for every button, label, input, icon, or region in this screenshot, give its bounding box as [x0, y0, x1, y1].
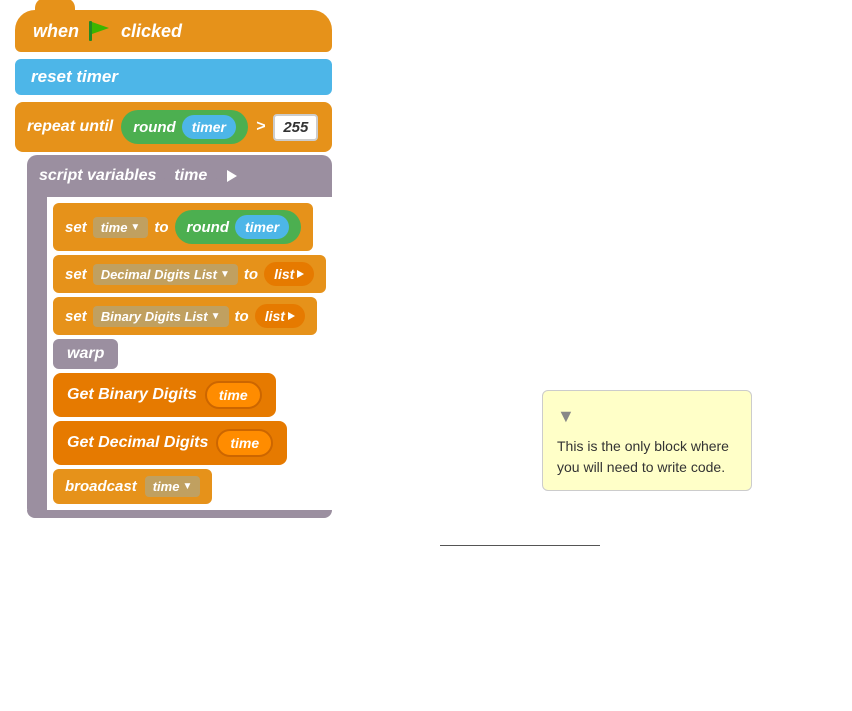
get-decimal-row: Get Decimal Digits time — [47, 421, 332, 465]
tooltip-box: This is the only block where you will ne… — [542, 390, 752, 491]
script-variables-header[interactable]: script variables time — [27, 155, 332, 197]
round-timer-pill: round timer — [121, 110, 248, 144]
warp-row: warp — [47, 339, 332, 369]
script-variables-label: script variables — [39, 167, 156, 185]
value-box[interactable]: 255 — [273, 114, 318, 141]
time-pill-1: time — [205, 381, 262, 409]
to-label-1: to — [154, 219, 168, 236]
tooltip-text: This is the only block where you will ne… — [557, 438, 729, 475]
scratch-area: when clicked reset timer repeat until ro… — [0, 0, 852, 711]
list-pill-1: list — [264, 262, 314, 286]
repeat-until-label: repeat until — [27, 118, 113, 136]
set-label-2: set — [65, 266, 87, 283]
when-label: when — [33, 21, 79, 42]
list-arrow-2 — [288, 312, 295, 320]
set-decimal-row: set Decimal Digits List ▼ to list — [47, 255, 332, 293]
round-label: round — [133, 119, 176, 136]
arrow-icon — [227, 170, 237, 182]
clicked-label: clicked — [121, 21, 182, 42]
set-time-row: set time ▼ to round timer — [47, 203, 332, 251]
dropdown-arrow-4: ▼ — [182, 481, 192, 492]
timer-inner-2: timer — [235, 215, 289, 239]
c-block-body: set time ▼ to round timer — [47, 197, 332, 510]
broadcast-dropdown[interactable]: time ▼ — [145, 476, 201, 497]
operator-label: > — [256, 118, 265, 136]
repeat-until-block[interactable]: repeat until round timer > 255 — [15, 102, 332, 152]
outer-c-block: script variables time set time ▼ — [27, 155, 332, 518]
round-label-2: round — [187, 219, 230, 236]
get-decimal-block[interactable]: Get Decimal Digits time — [53, 421, 287, 465]
to-label-3: to — [235, 308, 249, 325]
broadcast-label: broadcast — [65, 478, 137, 495]
timer-label: timer — [192, 119, 226, 135]
broadcast-row: broadcast time ▼ — [47, 469, 332, 504]
time-dropdown[interactable]: time ▼ — [93, 217, 149, 238]
c-block-footer — [27, 510, 332, 518]
round-timer-pill-2: round timer — [175, 210, 302, 244]
decimal-dropdown[interactable]: Decimal Digits List ▼ — [93, 264, 238, 285]
timer-inner-pill: timer — [182, 115, 236, 139]
set-binary-row: set Binary Digits List ▼ to list — [47, 297, 332, 335]
time-pill-2: time — [216, 429, 273, 457]
connector-line — [440, 545, 600, 546]
green-flag-icon — [87, 20, 113, 42]
time-var-pill: time — [164, 163, 217, 189]
get-binary-block[interactable]: Get Binary Digits time — [53, 373, 276, 417]
set-decimal-block[interactable]: set Decimal Digits List ▼ to list — [53, 255, 326, 293]
to-label-2: to — [244, 266, 258, 283]
get-binary-row: Get Binary Digits time — [47, 373, 332, 417]
get-decimal-label: Get Decimal Digits — [67, 434, 208, 452]
dropdown-arrow-2: ▼ — [220, 269, 230, 280]
warp-block[interactable]: warp — [53, 339, 118, 369]
get-binary-label: Get Binary Digits — [67, 386, 197, 404]
reset-timer-label: reset timer — [31, 67, 118, 86]
broadcast-block[interactable]: broadcast time ▼ — [53, 469, 212, 504]
dropdown-arrow-1: ▼ — [130, 222, 140, 233]
binary-dropdown[interactable]: Binary Digits List ▼ — [93, 306, 229, 327]
set-binary-block[interactable]: set Binary Digits List ▼ to list — [53, 297, 317, 335]
time-var-label: time — [174, 167, 207, 184]
set-time-block[interactable]: set time ▼ to round timer — [53, 203, 313, 251]
value-label: 255 — [283, 119, 308, 136]
set-label-3: set — [65, 308, 87, 325]
list-arrow-1 — [297, 270, 304, 278]
dropdown-arrow-3: ▼ — [211, 311, 221, 322]
blocks-stack: when clicked reset timer repeat until ro… — [15, 10, 332, 518]
warp-label: warp — [67, 345, 104, 362]
set-label-1: set — [65, 219, 87, 236]
list-pill-2: list — [255, 304, 305, 328]
hat-block[interactable]: when clicked — [15, 10, 332, 52]
reset-timer-block[interactable]: reset timer — [15, 59, 332, 95]
